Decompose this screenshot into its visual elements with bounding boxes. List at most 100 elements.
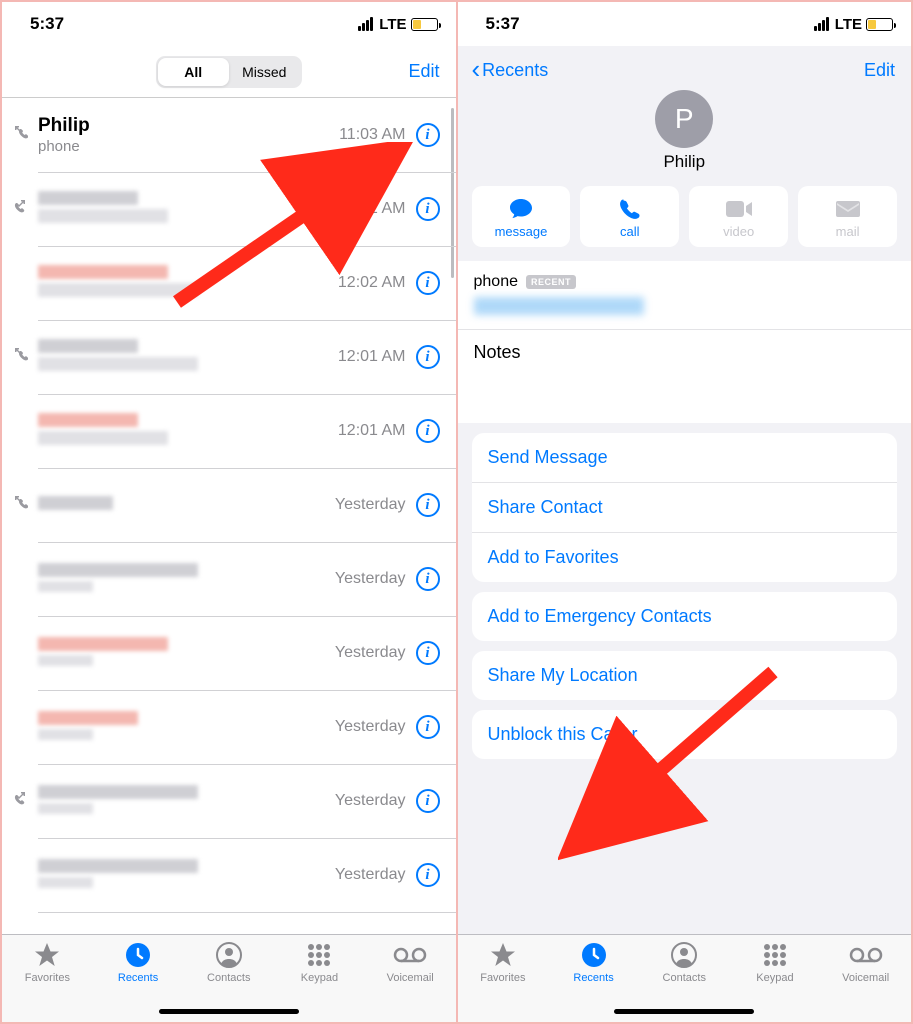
caller-sub: phone <box>38 138 339 155</box>
tab-recents[interactable]: Recents <box>548 941 639 998</box>
network-label: LTE <box>379 16 406 33</box>
tab-contacts[interactable]: Contacts <box>183 941 274 998</box>
action-list-block: Unblock this Caller <box>472 710 898 759</box>
recent-badge: RECENT <box>526 275 576 289</box>
seg-missed[interactable]: Missed <box>229 58 300 86</box>
action-add-to-favorites[interactable]: Add to Favorites <box>472 533 898 582</box>
info-button[interactable]: i <box>416 123 440 147</box>
keypad-icon <box>762 941 788 969</box>
info-button[interactable]: i <box>416 271 440 295</box>
recents-icon <box>124 941 152 969</box>
info-button[interactable]: i <box>416 863 440 887</box>
edit-button[interactable]: Edit <box>864 60 895 81</box>
call-row[interactable]: Yesterday i <box>2 690 456 764</box>
call-time: Yesterday <box>335 866 406 884</box>
call-time: Yesterday <box>335 644 406 662</box>
edit-button[interactable]: Edit <box>408 61 439 82</box>
call-row[interactable]: Yesterday i <box>2 838 456 912</box>
info-button[interactable]: i <box>416 493 440 517</box>
tab-keypad[interactable]: Keypad <box>274 941 365 998</box>
info-button[interactable]: i <box>416 345 440 369</box>
tab-favorites[interactable]: Favorites <box>458 941 549 998</box>
status-time: 5:37 <box>486 14 520 34</box>
contact-detail-body[interactable]: phoneRECENT Notes Send MessageShare Cont… <box>458 261 912 934</box>
action-share-contact[interactable]: Share Contact <box>472 483 898 533</box>
call-row[interactable]: Yesterday i <box>2 542 456 616</box>
info-button[interactable]: i <box>416 715 440 739</box>
phone-icon <box>580 196 679 222</box>
call-row[interactable]: 12:01 AM i <box>2 394 456 468</box>
outgoing-icon <box>8 199 32 220</box>
call-row[interactable]: 12:01 AM i <box>2 320 456 394</box>
tab-bar: FavoritesRecentsContactsKeypadVoicemail <box>458 934 912 1022</box>
signal-icon <box>814 17 829 31</box>
tab-favorites[interactable]: Favorites <box>2 941 93 998</box>
home-indicator[interactable] <box>614 1009 754 1014</box>
tab-voicemail[interactable]: Voicemail <box>820 941 911 998</box>
video-button[interactable]: video <box>689 186 788 247</box>
call-time: 12:02 AM <box>338 200 406 218</box>
contacts-icon <box>215 941 243 969</box>
tab-bar: FavoritesRecentsContactsKeypadVoicemail <box>2 934 456 1022</box>
call-time: Yesterday <box>335 792 406 810</box>
voicemail-icon <box>849 941 883 969</box>
home-indicator[interactable] <box>159 1009 299 1014</box>
video-icon <box>689 196 788 222</box>
contacts-icon <box>670 941 698 969</box>
call-row[interactable]: 12:02 AM i <box>2 172 456 246</box>
call-row[interactable]: 12:02 AM i <box>2 246 456 320</box>
info-button[interactable]: i <box>416 641 440 665</box>
action-send-message[interactable]: Send Message <box>472 433 898 483</box>
tab-voicemail[interactable]: Voicemail <box>365 941 456 998</box>
redacted-phone-number[interactable] <box>474 297 644 315</box>
favorites-icon <box>489 941 517 969</box>
call-time: 12:01 AM <box>338 348 406 366</box>
info-button[interactable]: i <box>416 419 440 443</box>
call-time: Yesterday <box>335 496 406 514</box>
notes-section[interactable]: Notes <box>458 329 912 423</box>
info-button[interactable]: i <box>416 567 440 591</box>
action-add-to-emergency-contacts[interactable]: Add to Emergency Contacts <box>472 592 898 641</box>
info-button[interactable]: i <box>416 789 440 813</box>
action-share-my-location[interactable]: Share My Location <box>472 651 898 700</box>
keypad-icon <box>306 941 332 969</box>
message-button[interactable]: message <box>472 186 571 247</box>
mail-button[interactable]: mail <box>798 186 897 247</box>
status-bar: 5:37 LTE <box>458 2 912 46</box>
outgoing-icon <box>8 791 32 812</box>
call-time: 12:01 AM <box>338 422 406 440</box>
mail-icon <box>798 196 897 222</box>
contact-header: ‹ Recents Edit P Philip message call vid… <box>458 46 912 261</box>
call-list[interactable]: Philip phone 11:03 AM i 12:02 AM i 12:02… <box>2 98 456 934</box>
notes-field[interactable]: Notes <box>458 330 912 423</box>
incoming-icon <box>8 495 32 516</box>
call-row[interactable]: Yesterday i <box>2 616 456 690</box>
recents-nav: All Missed Edit <box>2 46 456 98</box>
avatar[interactable]: P <box>655 90 713 148</box>
action-list-location: Share My Location <box>472 651 898 700</box>
tab-keypad[interactable]: Keypad <box>730 941 821 998</box>
action-list-primary: Send MessageShare ContactAdd to Favorite… <box>472 433 898 582</box>
phone-section[interactable]: phoneRECENT <box>458 261 912 329</box>
contact-name: Philip <box>472 152 898 172</box>
call-time: 11:03 AM <box>339 126 405 144</box>
call-row[interactable]: Philip phone 11:03 AM i <box>2 98 456 172</box>
back-button[interactable]: ‹ Recents <box>472 60 549 81</box>
call-row[interactable]: Yesterday i <box>2 764 456 838</box>
action-unblock-this-caller[interactable]: Unblock this Caller <box>472 710 898 759</box>
filter-segmented-control[interactable]: All Missed <box>156 56 302 88</box>
tab-contacts[interactable]: Contacts <box>639 941 730 998</box>
tab-recents[interactable]: Recents <box>93 941 184 998</box>
action-list-emergency: Add to Emergency Contacts <box>472 592 898 641</box>
voicemail-icon <box>393 941 427 969</box>
seg-all[interactable]: All <box>158 58 229 86</box>
recents-icon <box>580 941 608 969</box>
info-button[interactable]: i <box>416 197 440 221</box>
battery-icon <box>866 18 893 31</box>
incoming-icon <box>8 125 32 146</box>
call-row[interactable]: Yesterday i <box>2 468 456 542</box>
call-time: 12:02 AM <box>338 274 406 292</box>
call-button[interactable]: call <box>580 186 679 247</box>
network-label: LTE <box>835 16 862 33</box>
message-icon <box>472 196 571 222</box>
